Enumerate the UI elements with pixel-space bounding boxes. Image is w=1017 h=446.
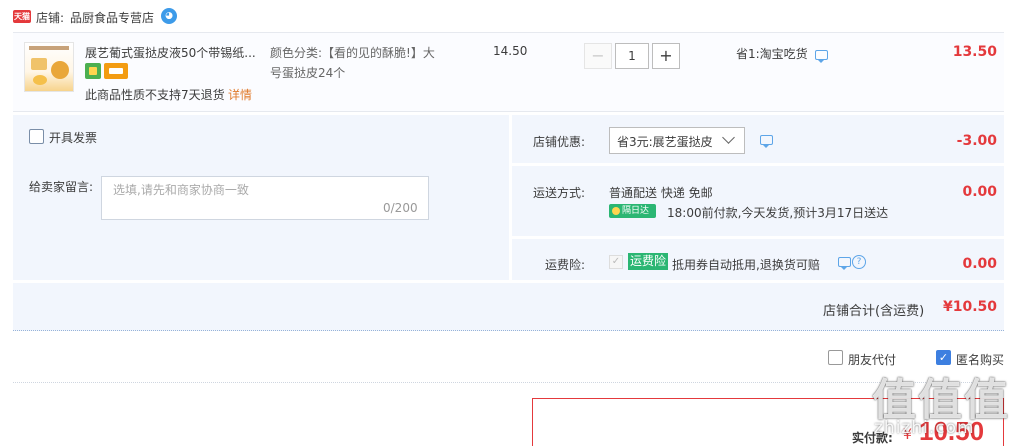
shipping-fee: 0.00 [962, 184, 997, 200]
product-thumbnail[interactable] [24, 42, 74, 92]
insurance-comment-icon[interactable] [838, 257, 851, 270]
section-divider [13, 382, 1004, 383]
shop-subtotal-label: 店铺合计(含运费) [823, 304, 925, 319]
service-guarantee-icon[interactable] [85, 63, 101, 79]
chat-wangwang-icon[interactable]: ◕ [161, 8, 177, 24]
site-watermark-url: zhizhi.com [874, 418, 975, 438]
seller-message-char-count: 0/200 [383, 201, 418, 215]
shipping-method: 普通配送 快递 免邮 [609, 186, 713, 200]
anonymous-purchase-checkbox[interactable]: ✓ [936, 350, 951, 365]
quantity-increase-button[interactable]: + [652, 43, 680, 69]
invoice-label[interactable]: 开具发票 [49, 129, 97, 146]
store-label: 店铺: [36, 11, 65, 25]
shipping-label: 运送方式: [533, 186, 586, 200]
seller-message-label: 给卖家留言: [29, 180, 94, 194]
shop-discount-amount: -3.00 [956, 133, 997, 149]
credit-card-icon[interactable] [104, 63, 128, 79]
item-promo-text: 省1:淘宝吃货 [736, 47, 808, 61]
friend-pay-checkbox[interactable] [828, 350, 843, 365]
sku-spec-line1: 颜色分类:【看的见的酥脆!】大 [270, 46, 435, 60]
shipping-panel [512, 166, 1004, 236]
unit-price: 14.50 [493, 44, 528, 58]
no-return-notice: 此商品性质不支持7天退货 [85, 88, 225, 102]
detail-link[interactable]: 详情 [228, 86, 252, 103]
next-day-badge: 隔日达 [609, 204, 656, 218]
insurance-checkbox[interactable]: ✓ [609, 255, 623, 269]
tmall-logo: 天猫 [13, 10, 31, 23]
promo-comment-icon[interactable] [815, 50, 828, 63]
seller-message-placeholder: 选填,请先和商家协商一致 [113, 183, 249, 197]
store-name-link[interactable]: 品厨食品专营店 [70, 9, 154, 26]
invoice-checkbox[interactable] [29, 129, 44, 144]
insurance-fee: 0.00 [962, 256, 997, 272]
help-question-icon[interactable]: ? [852, 255, 866, 269]
shop-discount-selected[interactable]: 省3元:展艺蛋挞皮 [617, 133, 713, 150]
insurance-label: 运费险: [545, 258, 586, 272]
shop-discount-label: 店铺优惠: [533, 135, 586, 149]
item-total-price: 13.50 [952, 44, 997, 60]
quantity-input[interactable]: 1 [615, 43, 649, 69]
insurance-description: 抵用券自动抵用,退换货可赔 [672, 258, 820, 272]
shipping-eta-note: 18:00前付款,今天发货,预计3月17日送达 [667, 206, 889, 220]
product-title-link[interactable]: 展艺葡式蛋挞皮液50个带锡纸... [85, 44, 260, 61]
sku-spec-line2: 号蛋挞皮24个 [270, 66, 346, 80]
quantity-decrease-button[interactable]: − [584, 43, 612, 69]
discount-comment-icon[interactable] [760, 135, 773, 148]
shop-subtotal-value: ¥10.50 [942, 299, 997, 315]
insurance-tag: 运费险 [628, 253, 669, 270]
